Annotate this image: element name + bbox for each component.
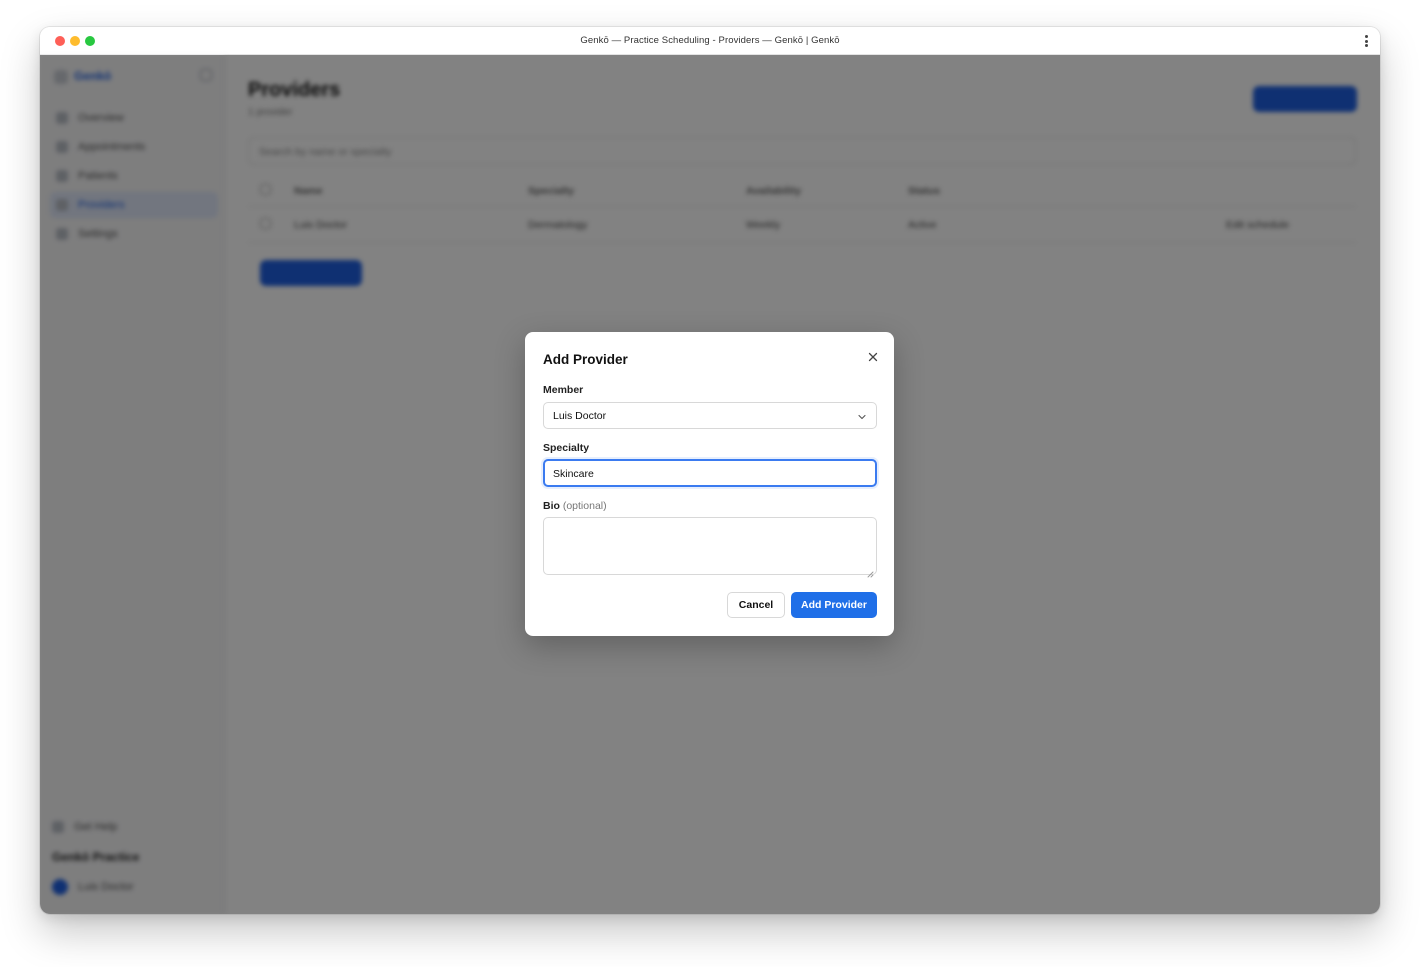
bio-label-text: Bio [543, 500, 560, 512]
window-titlebar: Genkō — Practice Scheduling - Providers … [40, 27, 1380, 55]
dialog-title: Add Provider [543, 352, 628, 367]
app-content: Genkō Overview Appointments Patients Pro… [40, 55, 1380, 914]
specialty-value: Skincare [553, 468, 594, 480]
bio-optional-hint: (optional) [562, 500, 607, 512]
member-select[interactable]: Luis Doctor [543, 402, 877, 429]
bio-label: Bio (optional) [543, 500, 607, 512]
cancel-button[interactable]: Cancel [727, 592, 785, 618]
more-vertical-icon[interactable] [1365, 35, 1369, 47]
window-title: Genkō — Practice Scheduling - Providers … [580, 35, 840, 46]
member-value: Luis Doctor [553, 410, 607, 422]
specialty-label: Specialty [543, 442, 590, 454]
resize-handle-icon[interactable] [867, 565, 874, 578]
browser-window: Genkō — Practice Scheduling - Providers … [40, 27, 1380, 914]
add-provider-dialog: Add Provider Member Luis Doctor Specialt… [525, 332, 894, 636]
member-label: Member [543, 384, 584, 396]
add-provider-button[interactable]: Add Provider [791, 592, 877, 618]
close-icon[interactable] [865, 349, 881, 365]
bio-textarea[interactable] [543, 517, 877, 578]
chevron-down-icon [858, 412, 866, 420]
specialty-input[interactable]: Skincare [543, 459, 877, 487]
